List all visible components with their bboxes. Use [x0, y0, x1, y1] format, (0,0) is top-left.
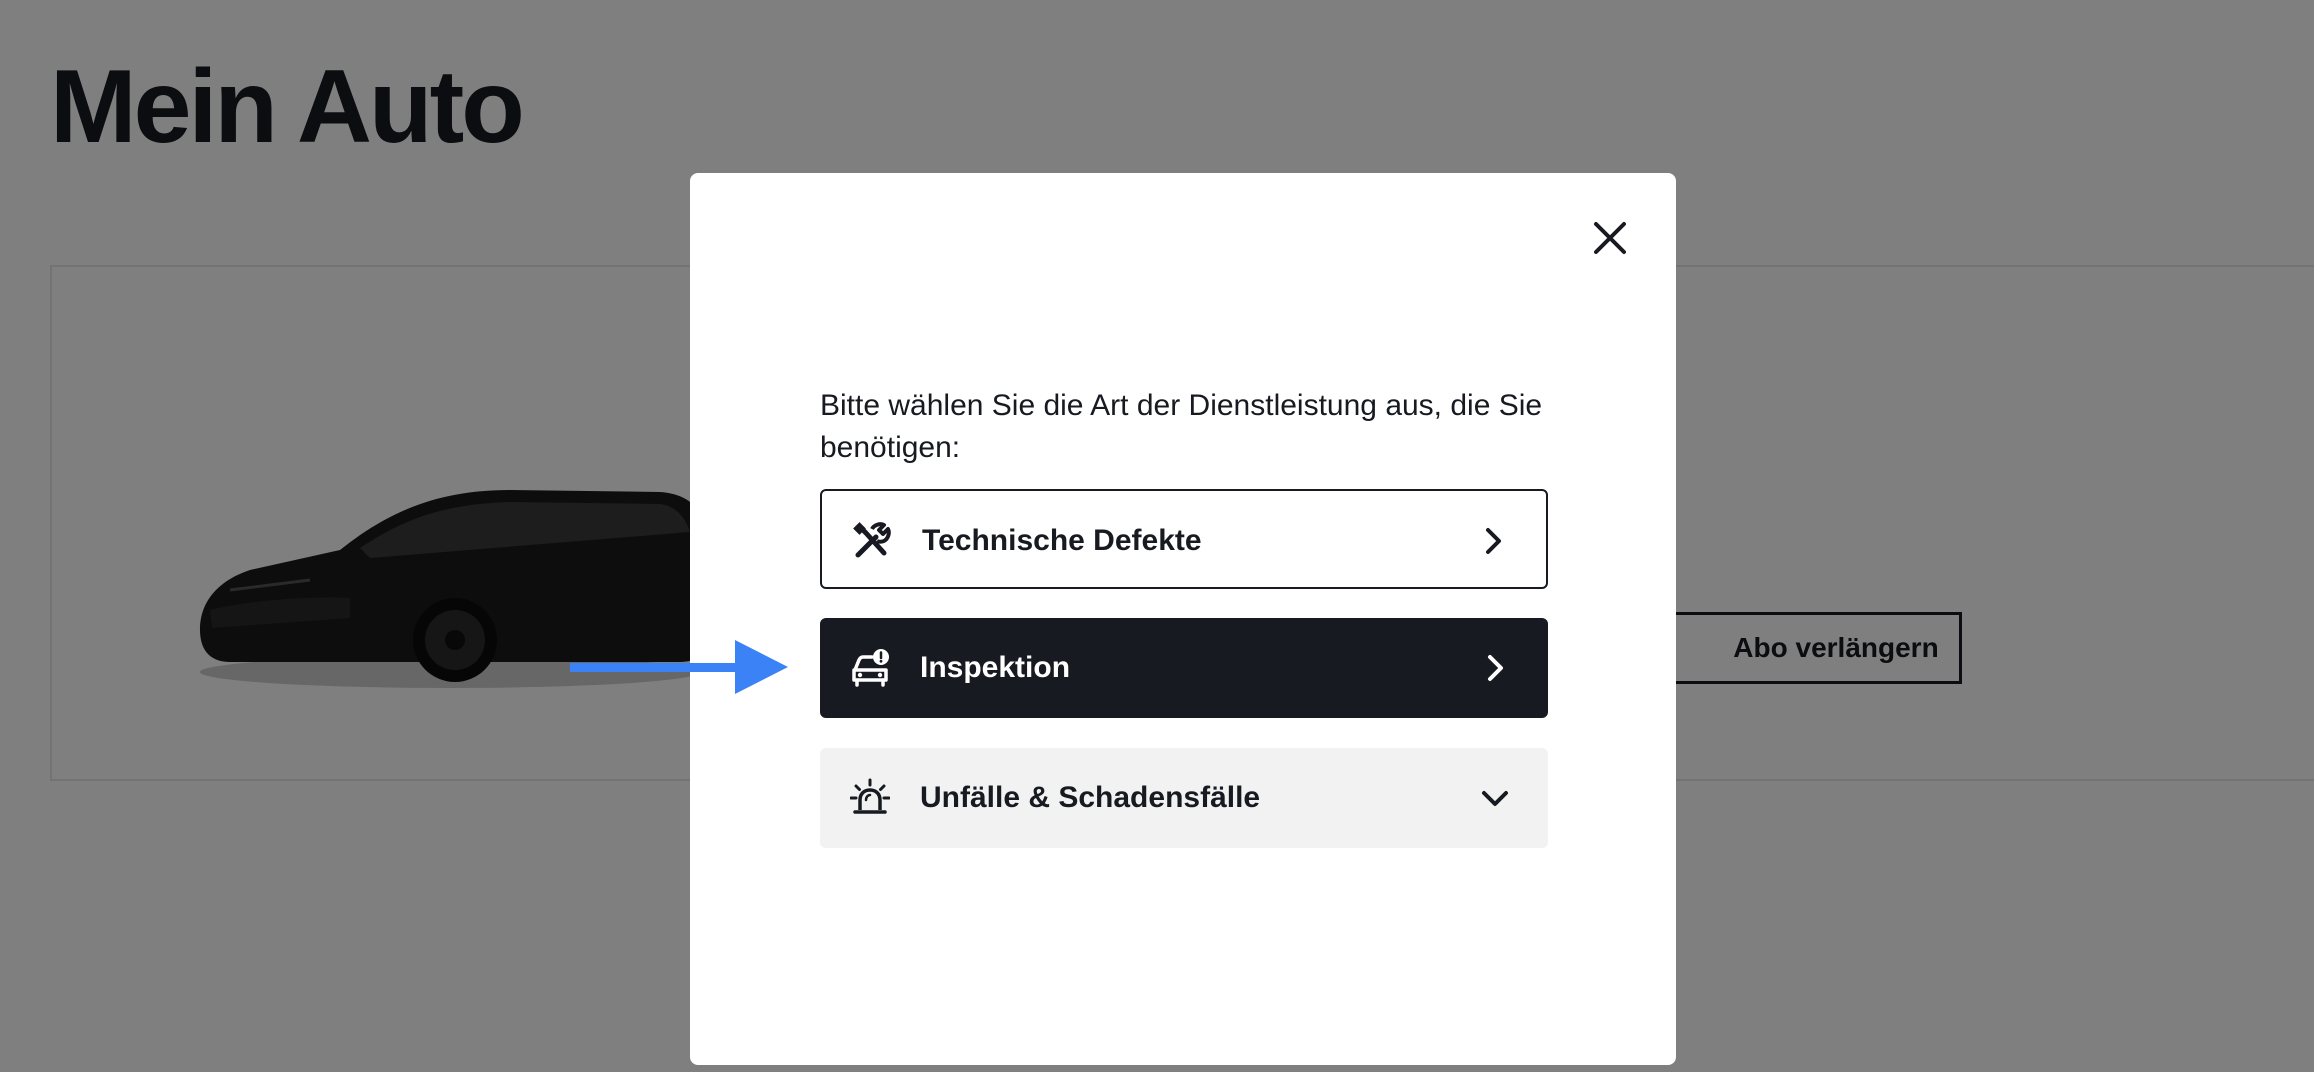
- modal-prompt: Bitte wählen Sie die Art der Dienstleist…: [820, 389, 1543, 464]
- chevron-right-icon: [1488, 655, 1503, 681]
- siren-icon: [850, 778, 890, 814]
- option-label: Unfälle & Schadensfälle: [920, 781, 1261, 814]
- option-label: Inspektion: [920, 651, 1071, 684]
- car-alert-icon: [852, 649, 889, 687]
- tools-icon: [853, 522, 891, 558]
- option-technical-defects[interactable]: Technische Defekte: [820, 489, 1548, 589]
- close-button[interactable]: [1585, 213, 1635, 263]
- option-accidents-damages[interactable]: Unfälle & Schadensfälle: [820, 748, 1548, 848]
- option-inspection[interactable]: Inspektion: [820, 618, 1548, 718]
- close-icon: [1594, 222, 1626, 254]
- option-label: Technische Defekte: [922, 524, 1202, 557]
- pointer-arrow-icon: [570, 640, 788, 694]
- chevron-right-icon: [1486, 528, 1501, 554]
- page: Mein Auto Abo verlängern Bitte wählen Si…: [0, 0, 2314, 1072]
- service-type-modal: Bitte wählen Sie die Art der Dienstleist…: [690, 173, 1676, 1065]
- chevron-down-icon: [1482, 791, 1508, 806]
